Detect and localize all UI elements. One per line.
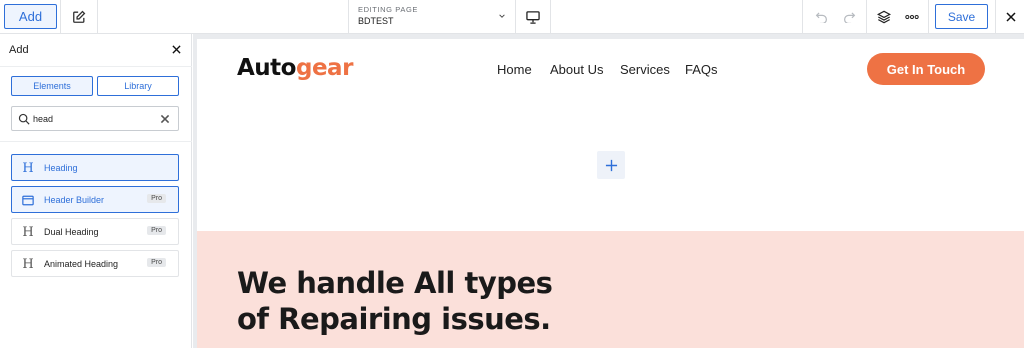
- toolbar-divider: [97, 0, 98, 34]
- element-item-header-builder[interactable]: Header Builder Pro: [11, 186, 179, 213]
- layers-button[interactable]: [870, 3, 898, 31]
- toolbar-divider: [802, 0, 803, 34]
- element-item-label: Dual Heading: [44, 227, 99, 237]
- divider: [0, 66, 192, 67]
- element-item-dual-heading[interactable]: H Dual Heading Pro: [11, 218, 179, 245]
- heading-icon: H: [22, 256, 34, 272]
- tab-library[interactable]: Library: [97, 76, 179, 96]
- logo-text-accent: gear: [295, 55, 353, 81]
- toolbar-divider: [550, 0, 551, 34]
- header-builder-icon: [21, 193, 35, 207]
- desktop-icon: [526, 10, 540, 24]
- hero-heading-line2: of Repairing issues.: [237, 302, 551, 336]
- pro-badge: Pro: [147, 226, 166, 235]
- page-name: BDTEST: [358, 16, 394, 26]
- save-button[interactable]: Save: [935, 4, 988, 29]
- heading-icon: H: [22, 160, 34, 176]
- pro-badge: Pro: [147, 258, 166, 267]
- top-toolbar: Add EDITING PAGE BDTEST Save: [0, 0, 1024, 34]
- element-item-label: Animated Heading: [44, 259, 119, 269]
- element-item-heading[interactable]: H Heading: [11, 154, 179, 181]
- add-panel: Add Elements Library H Heading Header Bu…: [0, 34, 192, 348]
- close-editor-button[interactable]: [998, 3, 1024, 31]
- more-options-button[interactable]: [899, 3, 925, 31]
- search-icon: [18, 113, 30, 125]
- get-in-touch-button[interactable]: Get In Touch: [867, 53, 985, 85]
- toolbar-divider: [995, 0, 996, 34]
- divider: [0, 141, 192, 142]
- panel-title: Add: [9, 44, 29, 56]
- plus-icon: [605, 159, 617, 171]
- device-preview-button[interactable]: [517, 3, 549, 31]
- close-icon: [1006, 12, 1016, 22]
- search-input[interactable]: [33, 111, 153, 127]
- undo-icon: [815, 12, 827, 23]
- layers-icon: [877, 10, 891, 24]
- element-item-animated-heading[interactable]: H Animated Heading Pro: [11, 250, 179, 277]
- element-item-label: Header Builder: [44, 195, 105, 205]
- tab-elements[interactable]: Elements: [11, 76, 93, 96]
- logo-text-main: Auto: [237, 55, 296, 81]
- hero-section: We handle All types of Repairing issues.: [197, 231, 1024, 348]
- toolbar-divider: [866, 0, 867, 34]
- editing-page-label: EDITING PAGE: [358, 5, 418, 14]
- element-item-label: Heading: [44, 163, 78, 173]
- page-selector[interactable]: EDITING PAGE BDTEST: [349, 0, 515, 34]
- site-logo[interactable]: Autogear: [237, 55, 353, 81]
- nav-link-about[interactable]: About Us: [550, 62, 603, 77]
- toolbar-divider: [515, 0, 516, 34]
- pro-badge: Pro: [147, 194, 166, 203]
- hero-heading-line1: We handle All types: [237, 266, 553, 300]
- edit-page-button[interactable]: [64, 3, 94, 31]
- nav-link-home[interactable]: Home: [497, 62, 532, 77]
- chevron-down-icon: [499, 11, 505, 21]
- panel-close-button[interactable]: [168, 41, 184, 57]
- toolbar-divider: [928, 0, 929, 34]
- redo-icon: [843, 12, 855, 23]
- more-dots-icon: [905, 14, 919, 20]
- redo-button[interactable]: [836, 3, 862, 31]
- toolbar-divider: [60, 0, 61, 34]
- nav-link-services[interactable]: Services: [620, 62, 670, 77]
- nav-link-faqs[interactable]: FAQs: [685, 62, 718, 77]
- add-section-button[interactable]: [597, 151, 625, 179]
- undo-button[interactable]: [808, 3, 834, 31]
- page-preview: Autogear Home About Us Services FAQs Get…: [197, 39, 1024, 348]
- editor-canvas: Autogear Home About Us Services FAQs Get…: [193, 34, 1024, 348]
- add-button[interactable]: Add: [4, 4, 57, 29]
- clear-search-icon[interactable]: [159, 113, 171, 125]
- heading-icon: H: [22, 224, 34, 240]
- search-box: [11, 106, 179, 131]
- pencil-square-icon: [73, 10, 86, 23]
- close-icon: [171, 44, 181, 54]
